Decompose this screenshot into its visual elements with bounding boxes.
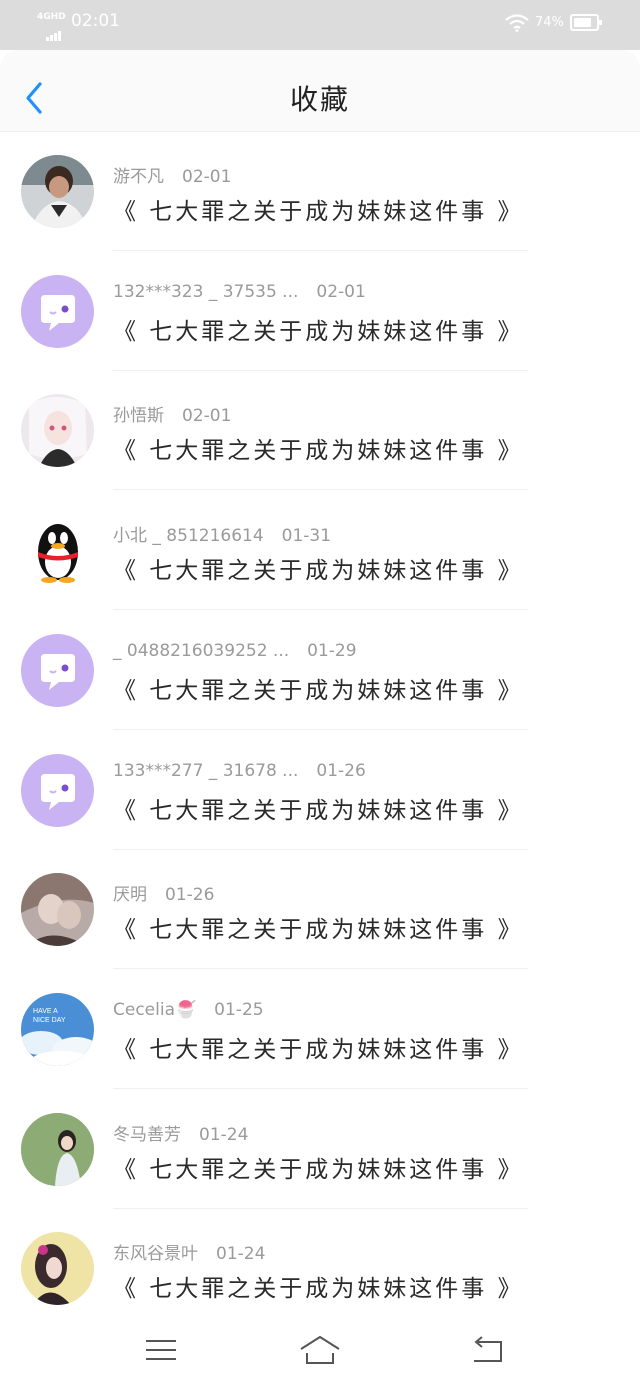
signal-icon: 4GHD: [37, 12, 67, 41]
svg-text:HAVE A: HAVE A: [33, 1008, 58, 1015]
item-date: 02-01: [182, 167, 232, 187]
item-title: 《 七大罪之关于成为妹妹这件事 》: [113, 558, 524, 584]
photo-avatar: [21, 1232, 94, 1305]
item-title: 《 七大罪之关于成为妹妹这件事 》: [113, 798, 524, 824]
item-date: 01-26: [165, 885, 215, 905]
item-title: 《 七大罪之关于成为妹妹这件事 》: [113, 917, 524, 943]
item-title: 《 七大罪之关于成为妹妹这件事 》: [113, 1157, 524, 1183]
item-title: 《 七大罪之关于成为妹妹这件事 》: [113, 678, 524, 704]
list-item[interactable]: 孙悟斯 02-01 《 七大罪之关于成为妹妹这件事 》: [0, 371, 640, 490]
header-bar: 收藏: [0, 50, 640, 132]
item-date: 01-24: [216, 1244, 266, 1264]
item-title: 《 七大罪之关于成为妹妹这件事 》: [113, 438, 524, 464]
item-date: 01-26: [316, 761, 366, 781]
system-nav-bar: [0, 1310, 640, 1387]
divider: [113, 489, 528, 490]
photo-avatar: HAVE A NICE DAY: [21, 993, 94, 1066]
item-user: 小北 _ 851216614: [113, 526, 264, 546]
chat-bubble-avatar: [21, 634, 94, 707]
item-user: 厌明: [113, 885, 147, 905]
menu-icon[interactable]: [141, 1332, 181, 1368]
item-user: _ 0488216039252 ...: [113, 641, 290, 661]
photo-avatar: [21, 1113, 94, 1186]
item-user: 孙悟斯: [113, 406, 164, 426]
home-icon[interactable]: [298, 1332, 342, 1368]
list-item[interactable]: 游不凡 02-01 《 七大罪之关于成为妹妹这件事 》: [0, 132, 640, 251]
status-time: 02:01: [71, 11, 120, 31]
divider: [113, 1088, 528, 1089]
status-bar: 4GHD 02:01 74%: [0, 0, 640, 50]
item-user: 冬马善芳: [113, 1125, 181, 1145]
item-user: Cecelia🍧: [113, 1000, 197, 1020]
chat-bubble-avatar: [21, 754, 94, 827]
divider: [113, 968, 528, 969]
return-icon[interactable]: [468, 1332, 508, 1368]
item-user: 游不凡: [113, 167, 164, 187]
item-date: 01-31: [281, 526, 332, 546]
item-title: 《 七大罪之关于成为妹妹这件事 》: [113, 1276, 524, 1302]
item-date: 01-29: [307, 641, 357, 661]
divider: [113, 609, 528, 610]
divider: [113, 729, 528, 730]
list-item[interactable]: 厌明 01-26 《 七大罪之关于成为妹妹这件事 》: [0, 850, 640, 969]
item-title: 《 七大罪之关于成为妹妹这件事 》: [113, 319, 524, 345]
wifi-icon: [505, 14, 529, 32]
photo-avatar: [21, 394, 94, 467]
item-user: 133***277 _ 31678 ...: [113, 761, 299, 781]
list-item[interactable]: 小北 _ 851216614 01-31 《 七大罪之关于成为妹妹这件事 》: [0, 491, 640, 610]
svg-text:NICE DAY: NICE DAY: [33, 1017, 66, 1024]
item-title: 《 七大罪之关于成为妹妹这件事 》: [113, 199, 524, 225]
item-title: 《 七大罪之关于成为妹妹这件事 》: [113, 1037, 524, 1063]
item-date: 01-25: [214, 1000, 264, 1020]
item-user: 东风谷景叶: [113, 1244, 198, 1264]
photo-avatar: [21, 873, 94, 946]
network-type: 4GHD: [37, 12, 66, 22]
page-title: 收藏: [289, 83, 350, 116]
chat-bubble-avatar: [21, 275, 94, 348]
list-item[interactable]: 133***277 _ 31678 ... 01-26 《 七大罪之关于成为妹妹这…: [0, 731, 640, 850]
list-item[interactable]: _ 0488216039252 ... 01-29 《 七大罪之关于成为妹妹这件事…: [0, 611, 640, 730]
item-user: 132***323 _ 37535 ...: [113, 282, 299, 302]
list-item[interactable]: HAVE A NICE DAY Cecelia🍧 01-25 《 七大罪之关于成为…: [0, 970, 640, 1089]
penguin-avatar: [21, 514, 94, 587]
list-item[interactable]: 132***323 _ 37535 ... 02-01 《 七大罪之关于成为妹妹这…: [0, 252, 640, 371]
item-date: 01-24: [199, 1125, 249, 1145]
list-item[interactable]: 冬马善芳 01-24 《 七大罪之关于成为妹妹这件事 》: [0, 1090, 640, 1209]
battery-percent: 74%: [535, 15, 564, 30]
battery-icon: [570, 14, 602, 31]
item-date: 02-01: [182, 406, 232, 426]
photo-avatar: [21, 155, 94, 228]
divider: [113, 250, 528, 251]
item-date: 02-01: [316, 282, 366, 302]
